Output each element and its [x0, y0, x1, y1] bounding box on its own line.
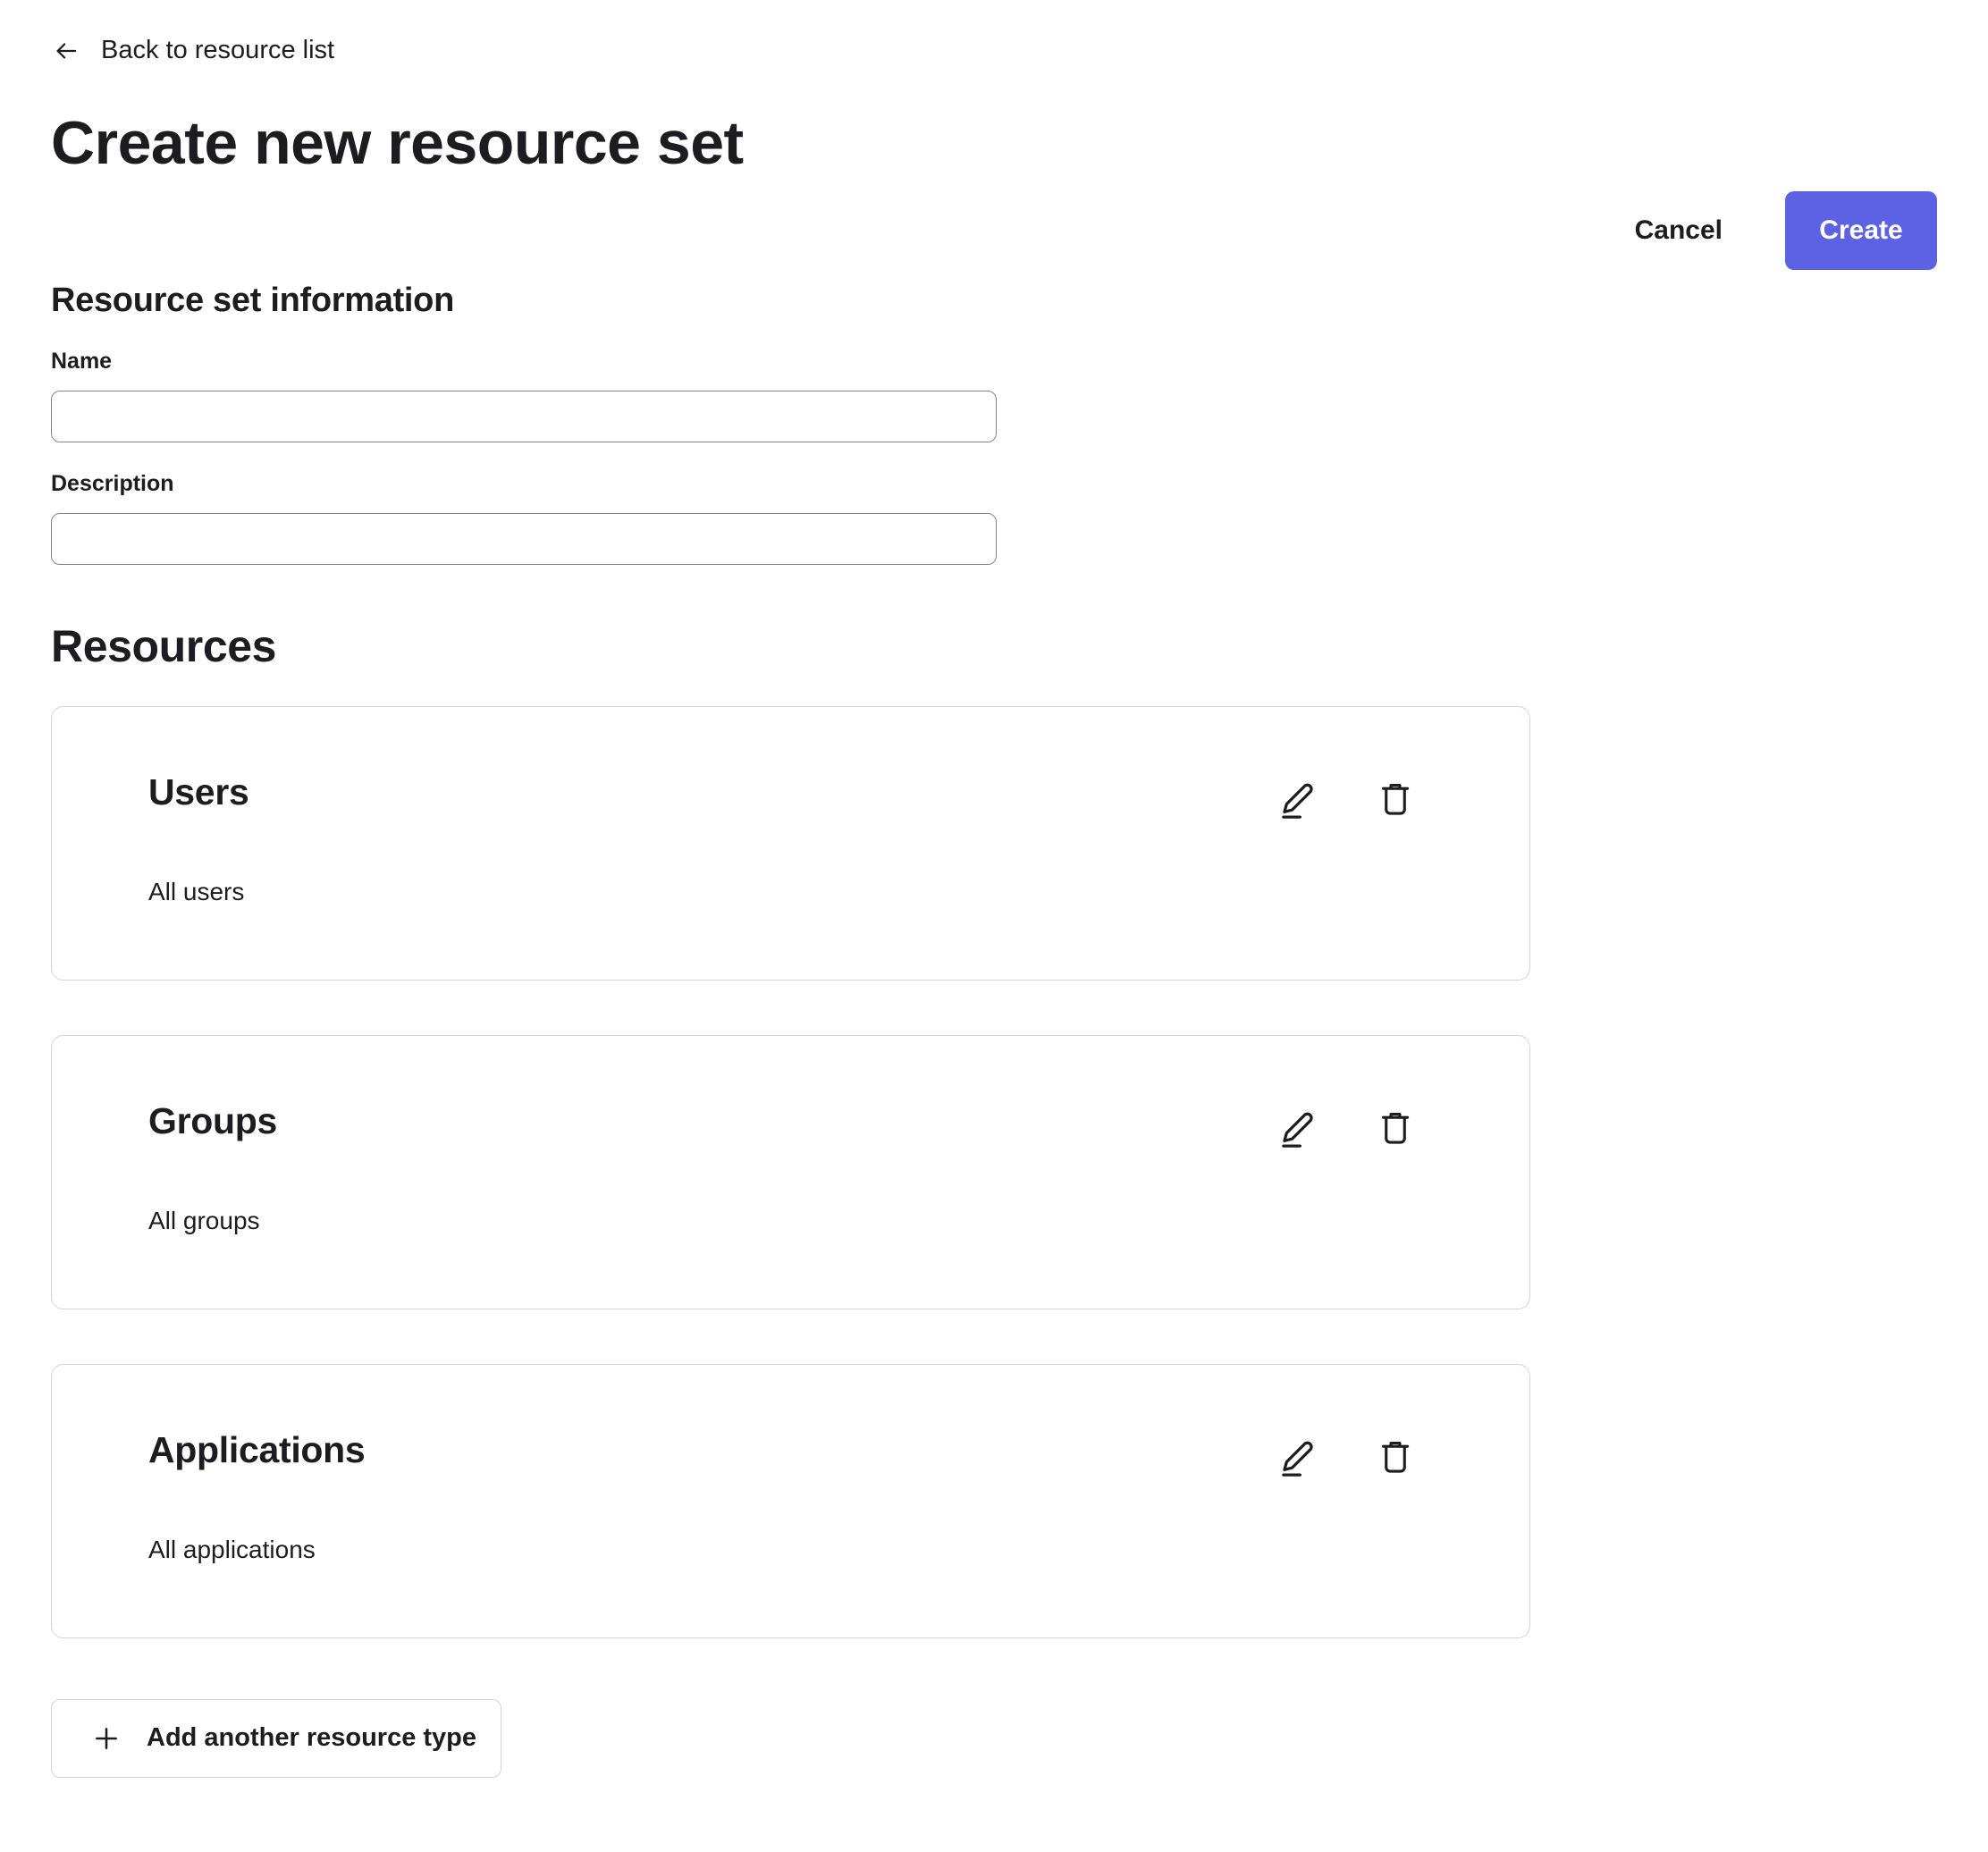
trash-icon	[1376, 1436, 1415, 1479]
page-title: Create new resource set	[51, 108, 1937, 178]
delete-applications-button[interactable]	[1376, 1436, 1415, 1479]
card-actions	[1277, 1436, 1415, 1479]
edit-users-button[interactable]	[1277, 779, 1318, 821]
back-to-resource-list-link[interactable]: Back to resource list	[51, 36, 334, 65]
description-label: Description	[51, 471, 1937, 497]
cancel-button[interactable]: Cancel	[1619, 206, 1739, 255]
resource-card-description: All users	[148, 878, 1433, 906]
trash-icon	[1376, 1107, 1415, 1150]
pencil-icon	[1277, 1436, 1318, 1479]
resource-card-list: Users All users	[51, 706, 1937, 1638]
edit-groups-button[interactable]	[1277, 1107, 1318, 1150]
pencil-icon	[1277, 779, 1318, 821]
description-input[interactable]	[51, 513, 997, 565]
description-field-group: Description	[51, 471, 1937, 565]
trash-icon	[1376, 779, 1415, 821]
arrow-left-icon	[51, 38, 81, 64]
resource-card-applications: Applications All applications	[51, 1364, 1530, 1638]
resource-card-title: Groups	[148, 1100, 1433, 1142]
plus-icon	[91, 1723, 122, 1754]
resources-heading: Resources	[51, 620, 1937, 672]
pencil-icon	[1277, 1107, 1318, 1150]
resource-card-title: Users	[148, 771, 1433, 813]
resource-card-description: All applications	[148, 1536, 1433, 1564]
back-link-label: Back to resource list	[101, 36, 334, 65]
name-label: Name	[51, 349, 1937, 375]
name-field-group: Name	[51, 349, 1937, 442]
create-button[interactable]: Create	[1785, 191, 1937, 270]
header-actions: Cancel Create	[51, 190, 1937, 271]
resource-card-groups: Groups All groups	[51, 1035, 1530, 1309]
card-actions	[1277, 779, 1415, 821]
add-resource-type-label: Add another resource type	[147, 1723, 476, 1753]
delete-users-button[interactable]	[1376, 779, 1415, 821]
resource-card-users: Users All users	[51, 706, 1530, 981]
resource-card-description: All groups	[148, 1207, 1433, 1235]
add-resource-type-button[interactable]: Add another resource type	[51, 1699, 501, 1778]
edit-applications-button[interactable]	[1277, 1436, 1318, 1479]
name-input[interactable]	[51, 391, 997, 442]
card-actions	[1277, 1107, 1415, 1150]
resource-card-title: Applications	[148, 1429, 1433, 1471]
resource-set-information-heading: Resource set information	[51, 282, 1937, 320]
delete-groups-button[interactable]	[1376, 1107, 1415, 1150]
